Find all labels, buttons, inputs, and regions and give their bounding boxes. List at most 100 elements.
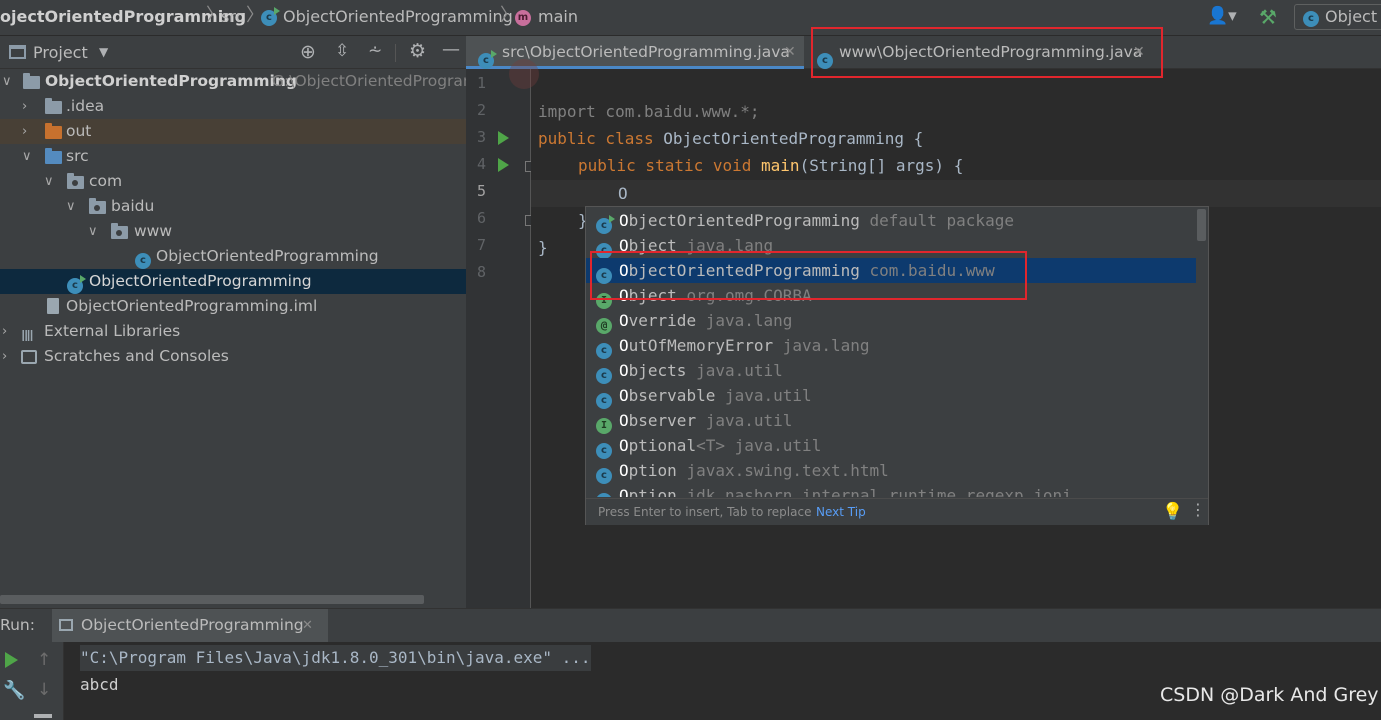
tree-item-class-www[interactable]: c ObjectOrientedProgramming <box>0 244 466 269</box>
tree-item-www[interactable]: ∨ www <box>0 219 466 244</box>
code-import-keyword: import <box>538 102 596 121</box>
horizontal-scrollbar[interactable] <box>0 595 424 604</box>
tree-item-com[interactable]: ∨ com <box>0 169 466 194</box>
line-number: 1 <box>476 74 486 92</box>
chevron-down-icon[interactable]: ∨ <box>2 69 12 94</box>
scratches-icon <box>21 350 37 364</box>
lightbulb-icon[interactable]: 💡 <box>1162 502 1183 522</box>
code-keyword: public class <box>538 129 654 148</box>
module-folder-icon <box>23 73 40 89</box>
popup-scrollbar[interactable] <box>1197 209 1206 241</box>
annotation-highlight-box <box>811 27 1163 78</box>
line-number: 7 <box>476 236 486 254</box>
project-panel-header: Project ▼ ⊕ ⇳ ⩪ ⚙ — <box>0 36 466 69</box>
close-icon[interactable]: ✕ <box>784 36 796 69</box>
user-account-icon[interactable]: 👤▾ <box>1207 6 1237 26</box>
next-tip-link[interactable]: Next Tip <box>816 499 866 525</box>
completion-item[interactable]: c OutOfMemoryError java.lang <box>586 333 1196 359</box>
code-text: (String[] args) { <box>799 156 964 175</box>
completion-match-prefix: O <box>619 411 629 430</box>
completion-item-package: java.util <box>705 411 793 430</box>
chevron-down-icon[interactable]: ∨ <box>44 169 54 194</box>
gear-icon[interactable]: ⚙ <box>409 40 426 62</box>
completion-match-prefix: O <box>619 336 629 355</box>
chevron-down-icon[interactable]: ∨ <box>88 219 98 244</box>
completion-item-package: java.util <box>696 361 783 380</box>
breadcrumb-class[interactable]: ObjectOrientedProgramming <box>283 0 513 34</box>
hide-panel-icon[interactable]: — <box>442 39 460 60</box>
chevron-down-icon[interactable]: ∨ <box>66 194 76 219</box>
completion-item[interactable]: c Option javax.swing.text.html <box>586 458 1196 484</box>
tree-item-iml[interactable]: ObjectOrientedProgramming.iml <box>0 294 466 319</box>
completion-item-rest: ption <box>628 461 677 480</box>
package-icon <box>89 198 106 214</box>
run-config-selector[interactable]: c Object <box>1294 4 1381 30</box>
tree-item-out[interactable]: › out <box>0 119 466 144</box>
code-keyword: public static void <box>578 156 752 175</box>
stop-icon[interactable] <box>34 714 52 718</box>
completion-item[interactable]: I Observer java.util <box>586 408 1196 434</box>
run-gutter-icon[interactable] <box>498 158 509 172</box>
package-icon <box>111 223 128 239</box>
chevron-down-icon[interactable]: ∨ <box>22 144 32 169</box>
tree-item-baidu[interactable]: ∨ baidu <box>0 194 466 219</box>
wrench-icon[interactable]: 🔧 <box>3 680 25 701</box>
completion-item-name: OutOfMemoryError java.lang <box>619 333 869 358</box>
completion-item-package: java.lang <box>782 336 870 355</box>
tree-item-src[interactable]: ∨ src <box>0 144 466 169</box>
class-icon: c <box>261 6 280 26</box>
completion-item-rest: verride <box>628 311 697 330</box>
rerun-icon[interactable] <box>5 652 18 668</box>
arrow-down-icon[interactable]: ↓ <box>37 680 51 700</box>
collapse-all-icon[interactable]: ⩪ <box>368 41 382 61</box>
run-panel-label: Run: <box>0 616 35 634</box>
completion-item[interactable]: c Observable java.util <box>586 383 1196 409</box>
tree-item-idea[interactable]: › .idea <box>0 94 466 119</box>
tree-item-scratches[interactable]: › Scratches and Consoles <box>0 344 466 369</box>
close-icon[interactable]: ✕ <box>302 609 313 642</box>
run-gutter-icon[interactable] <box>498 131 509 145</box>
project-panel-title[interactable]: Project <box>33 36 88 69</box>
console-command-line: "C:\Program Files\Java\jdk1.8.0_301\bin\… <box>80 645 591 671</box>
breadcrumb-src[interactable]: src <box>221 0 244 34</box>
tree-item-label: baidu <box>111 197 155 215</box>
tree-item-class-default[interactable]: c ObjectOrientedProgramming <box>0 269 466 294</box>
completion-hint: Press Enter to insert, Tab to replace <box>598 505 812 519</box>
excluded-folder-icon <box>45 123 62 139</box>
more-options-icon[interactable]: ⋮ <box>1190 500 1206 519</box>
completion-item-package: java.util <box>724 386 812 405</box>
completion-item-name: Optional<T> java.util <box>619 433 821 458</box>
tree-item-external-libraries[interactable]: › ⅡⅡ External Libraries <box>0 319 466 345</box>
completion-item[interactable]: c Optional<T> java.util <box>586 433 1196 459</box>
chevron-right-icon[interactable]: › <box>22 94 27 119</box>
completion-match-prefix: O <box>619 361 629 380</box>
arrow-up-icon[interactable]: ↑ <box>37 650 51 670</box>
code-text: } <box>538 238 548 257</box>
build-hammer-icon[interactable]: ⚒ <box>1259 5 1277 29</box>
chevron-down-icon[interactable]: ▼ <box>99 36 108 69</box>
completion-item[interactable]: cOption jdk.nashorn.internal.runtime.reg… <box>586 483 1196 497</box>
line-number: 6 <box>476 209 486 227</box>
completion-item[interactable]: c Objects java.util <box>586 358 1196 384</box>
completion-item-rest: bservable <box>628 386 716 405</box>
breadcrumb-method[interactable]: main <box>538 0 578 34</box>
tree-item-module[interactable]: ∨ ObjectOrientedProgramming G:\ObjectOri… <box>0 69 478 94</box>
code-line-2: import com.baidu.www.*; <box>538 98 760 125</box>
locate-target-icon[interactable]: ⊕ <box>300 41 316 63</box>
completion-item[interactable]: c ObjectOrientedProgramming default packa… <box>586 208 1196 234</box>
code-text: ObjectOrientedProgramming { <box>653 129 924 148</box>
project-tree: ∨ ObjectOrientedProgramming G:\ObjectOri… <box>0 69 478 608</box>
tree-item-label: ObjectOrientedProgramming.iml <box>66 297 318 315</box>
completion-item-name: ObjectOrientedProgramming default packag… <box>619 208 1014 233</box>
chevron-right-icon[interactable]: › <box>2 344 7 369</box>
completion-item[interactable]: @ Override java.lang <box>586 308 1196 334</box>
editor-gutter: 1 2 3 4 5 6 7 8 <box>466 69 536 608</box>
expand-all-icon[interactable]: ⇳ <box>335 41 349 61</box>
completion-item-rest: ption <box>628 486 677 497</box>
line-number: 5 <box>476 182 486 200</box>
line-number: 2 <box>476 101 486 119</box>
chevron-right-icon[interactable]: › <box>2 319 7 344</box>
run-tab[interactable]: ObjectOrientedProgramming ✕ <box>52 609 328 642</box>
chevron-right-icon[interactable]: › <box>22 119 27 144</box>
console-output[interactable]: "C:\Program Files\Java\jdk1.8.0_301\bin\… <box>64 642 1381 720</box>
